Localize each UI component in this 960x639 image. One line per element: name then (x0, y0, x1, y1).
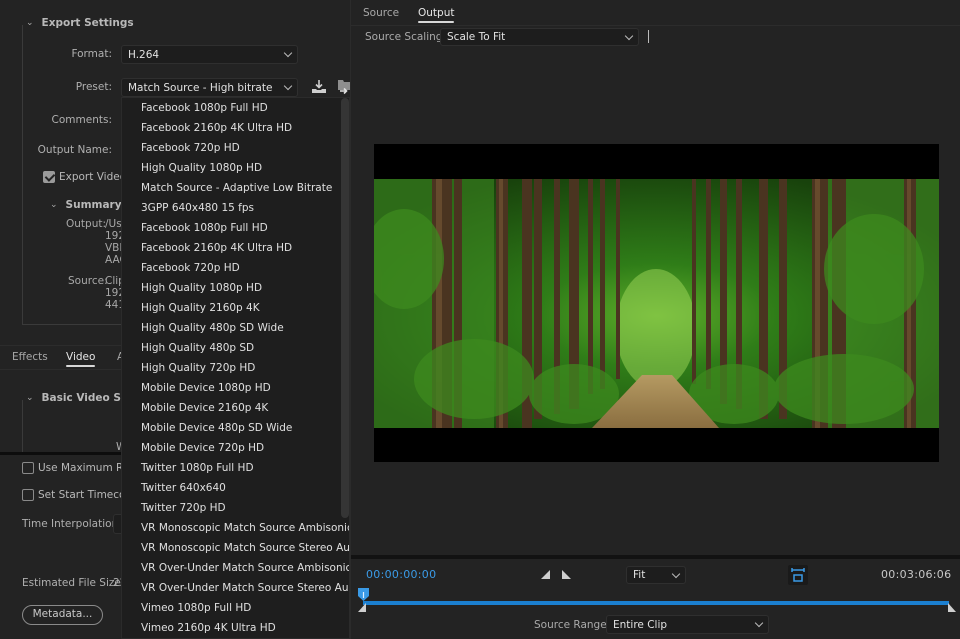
aspect-toggle-button[interactable] (788, 565, 808, 585)
preset-option[interactable]: High Quality 1080p HD (141, 158, 262, 178)
use-max-render-checkbox[interactable] (22, 462, 34, 474)
preset-option[interactable]: VR Monoscopic Match Source Ambisonics (141, 518, 349, 538)
duration-timecode: 00:03:06:06 (881, 568, 952, 581)
time-interpolation-label: Time Interpolation: (22, 518, 122, 530)
preset-option[interactable]: Vimeo 1080p Full HD (141, 598, 251, 618)
summary-header[interactable]: ⌄ Summary (50, 199, 122, 211)
zoom-level-value: Fit (633, 569, 646, 581)
source-scaling-select[interactable]: Scale To Fit (440, 28, 639, 46)
use-max-render-toggle[interactable]: Use Maximum Ren (22, 462, 136, 474)
chevron-down-icon (754, 618, 764, 628)
video-frame-forest-road (374, 179, 939, 428)
in-point-marker[interactable] (358, 603, 366, 612)
save-preset-button[interactable] (311, 79, 327, 95)
format-value: H.264 (128, 48, 160, 61)
comments-label: Comments: (51, 114, 112, 126)
preset-option[interactable]: Facebook 2160p 4K Ultra HD (141, 118, 292, 138)
out-point-marker[interactable] (948, 603, 956, 612)
preset-option[interactable]: High Quality 2160p 4K (141, 298, 260, 318)
playhead-icon (358, 588, 369, 601)
chevron-down-icon (283, 81, 293, 91)
format-select[interactable]: H.264 (121, 45, 298, 64)
preset-option[interactable]: Facebook 720p HD (141, 258, 240, 278)
preset-option[interactable]: Twitter 1080p Full HD (141, 458, 254, 478)
output-name-label: Output Name: (37, 144, 112, 156)
current-timecode[interactable]: 00:00:00:00 (366, 568, 436, 581)
text-cursor (648, 30, 649, 43)
video-settings-frame (22, 400, 23, 452)
set-start-timecode-checkbox[interactable] (22, 489, 34, 501)
chevron-down-icon (671, 569, 681, 578)
timeline-track[interactable] (363, 601, 949, 605)
preset-option[interactable]: High Quality 480p SD (141, 338, 254, 358)
dropdown-scrollbar[interactable] (341, 98, 349, 518)
preset-option[interactable]: VR Monoscopic Match Source Stereo Audio (141, 538, 349, 558)
import-folder-icon (338, 80, 351, 95)
export-video-label: Export Video (59, 171, 127, 183)
download-icon (312, 80, 326, 93)
tab-video[interactable]: Video (66, 351, 96, 367)
source-range-select[interactable]: Entire Clip (606, 615, 769, 634)
chevron-down-icon: ⌄ (26, 18, 34, 28)
chevron-down-icon: ⌄ (50, 200, 58, 210)
tab-source[interactable]: Source (363, 7, 399, 19)
preset-dropdown-list[interactable]: Facebook 1080p Full HD Facebook 2160p 4K … (121, 97, 350, 639)
summary-source-label: Source: (68, 275, 108, 287)
source-range-value: Entire Clip (613, 618, 668, 631)
chevron-down-icon (624, 31, 634, 40)
source-scaling-label: Source Scaling: (365, 31, 446, 43)
preset-option[interactable]: Facebook 1080p Full HD (141, 218, 268, 238)
timeline-divider (351, 555, 960, 559)
export-settings-header[interactable]: ⌄ Export Settings (26, 17, 140, 29)
preset-option[interactable]: VR Over-Under Match Source Ambisonics (141, 558, 349, 578)
fit-width-icon (791, 568, 805, 582)
preset-option[interactable]: High Quality 1080p HD (141, 278, 262, 298)
tab-output[interactable]: Output (418, 7, 455, 23)
video-preview (374, 144, 939, 462)
preset-option[interactable]: Mobile Device 720p HD (141, 438, 264, 458)
chevron-down-icon: ⌄ (26, 393, 34, 403)
zoom-level-select[interactable]: Fit (626, 566, 686, 584)
source-range-label: Source Range: (534, 619, 611, 631)
summary-title: Summary (65, 199, 122, 211)
preset-option[interactable]: Facebook 1080p Full HD (141, 98, 268, 118)
preset-option[interactable]: Mobile Device 2160p 4K (141, 398, 268, 418)
preset-option[interactable]: Match Source - Adaptive Low Bitrate (141, 178, 332, 198)
forest-road-image (374, 179, 939, 428)
import-preset-button[interactable] (337, 78, 351, 95)
preset-select[interactable]: Match Source - High bitrate (121, 78, 298, 97)
format-label: Format: (71, 48, 112, 60)
export-settings-title: Export Settings (41, 17, 134, 29)
preset-value: Match Source - High bitrate (128, 81, 273, 94)
preview-tabs: Source Output (351, 0, 960, 26)
preset-option[interactable]: VR Over-Under Match Source Stereo Audio (141, 578, 349, 598)
chevron-down-icon (283, 48, 293, 58)
set-out-point-button[interactable] (562, 570, 571, 579)
preset-option[interactable]: Twitter 640x640 (141, 478, 226, 498)
preset-label: Preset: (75, 81, 112, 93)
preset-option[interactable]: Twitter 720p HD (141, 498, 226, 518)
preset-option[interactable]: Facebook 720p HD (141, 138, 240, 158)
playhead[interactable] (358, 588, 369, 601)
preset-option[interactable]: Vimeo 2160p 4K Ultra HD (141, 618, 276, 638)
source-scaling-value: Scale To Fit (447, 31, 506, 43)
set-in-point-button[interactable] (541, 570, 550, 579)
preset-option[interactable]: Mobile Device 1080p HD (141, 378, 271, 398)
tab-effects[interactable]: Effects (12, 351, 48, 363)
estimated-file-size-label: Estimated File Size: (22, 577, 125, 589)
preset-option[interactable]: Mobile Device 480p SD Wide (141, 418, 292, 438)
summary-output-label: Output: (66, 218, 107, 230)
preset-option[interactable]: Facebook 2160p 4K Ultra HD (141, 238, 292, 258)
preset-option[interactable]: 3GPP 640x480 15 fps (141, 198, 254, 218)
metadata-button[interactable]: Metadata... (22, 605, 103, 625)
preset-option[interactable]: High Quality 480p SD Wide (141, 318, 284, 338)
preset-option[interactable]: High Quality 720p HD (141, 358, 255, 378)
preview-panel: Source Output Source Scaling: Scale To F… (350, 0, 960, 639)
export-video-toggle[interactable]: Export Video (43, 171, 126, 183)
export-video-checkbox[interactable] (43, 171, 55, 183)
